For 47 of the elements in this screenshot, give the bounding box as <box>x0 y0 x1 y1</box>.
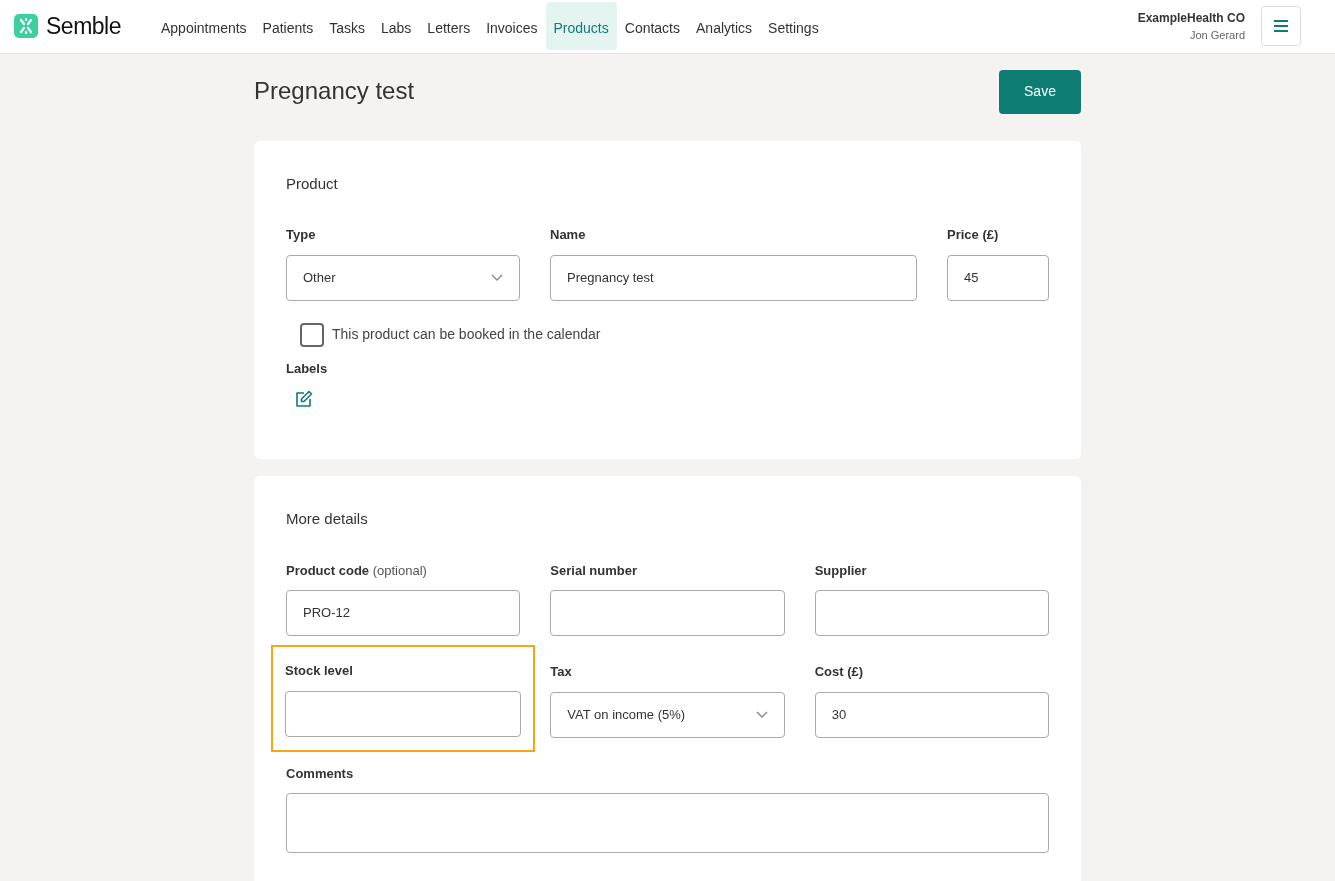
field-label: Supplier <box>814 562 867 578</box>
input-field[interactable] <box>285 690 522 737</box>
field-label: Stock level <box>285 663 353 679</box>
field-label: Price (£) <box>947 227 999 243</box>
save-button[interactable]: Save <box>999 69 1081 114</box>
field-label: Comments <box>286 765 354 781</box>
input-field[interactable]: PRO-12 <box>286 590 521 637</box>
card-title: Product <box>286 173 339 194</box>
field-label: Type <box>286 227 316 243</box>
checkbox-label: This product can be booked in the calendar <box>332 325 601 345</box>
nav-tab[interactable]: Invoices <box>478 2 546 51</box>
brand-name: Semble <box>46 12 121 42</box>
input-field[interactable]: 45 <box>947 254 1049 301</box>
checkbox[interactable] <box>300 322 324 347</box>
chevron-down-icon <box>491 274 503 282</box>
field-label: Labels <box>286 359 329 378</box>
field-label: Tax <box>550 664 572 680</box>
user-name: Jon Gerard <box>1188 28 1245 44</box>
input-field[interactable]: Pregnancy test <box>550 254 917 301</box>
nav-tab[interactable]: Appointments <box>153 2 255 51</box>
nav-tab[interactable]: Tasks <box>321 2 373 51</box>
field-label: Product code <box>286 562 370 578</box>
logo-icon <box>14 14 38 39</box>
chevron-down-icon <box>755 711 768 719</box>
input-field[interactable]: 30 <box>814 691 1049 738</box>
menu-icon <box>1274 20 1288 33</box>
nav-tab[interactable]: Letters <box>419 2 479 51</box>
field-label: Serial number <box>550 562 638 578</box>
edit-icon[interactable] <box>295 390 313 409</box>
field-label: Cost (£) <box>814 664 864 680</box>
nav-tab[interactable]: Products <box>545 2 617 51</box>
menu-button[interactable] <box>1261 6 1301 47</box>
field-label: Name <box>550 227 586 243</box>
nav-tab[interactable]: Patients <box>254 2 322 51</box>
organization-name: ExampleHealth CO <box>1137 10 1245 28</box>
nav-tab[interactable]: Labs <box>373 2 420 51</box>
page-title: Pregnancy test <box>254 77 415 107</box>
nav-tab[interactable]: Analytics <box>688 2 761 51</box>
nav-tab[interactable]: Contacts <box>616 2 688 51</box>
field-note: (optional) <box>372 562 427 578</box>
input-field[interactable] <box>550 590 785 637</box>
nav-tab[interactable]: Settings <box>760 2 827 51</box>
select-field[interactable]: Other <box>286 254 520 301</box>
input-field[interactable] <box>814 590 1049 637</box>
select-field[interactable]: VAT on income (5%) <box>550 691 785 738</box>
comments-field[interactable] <box>286 793 1049 854</box>
card-title: More details <box>286 509 369 530</box>
